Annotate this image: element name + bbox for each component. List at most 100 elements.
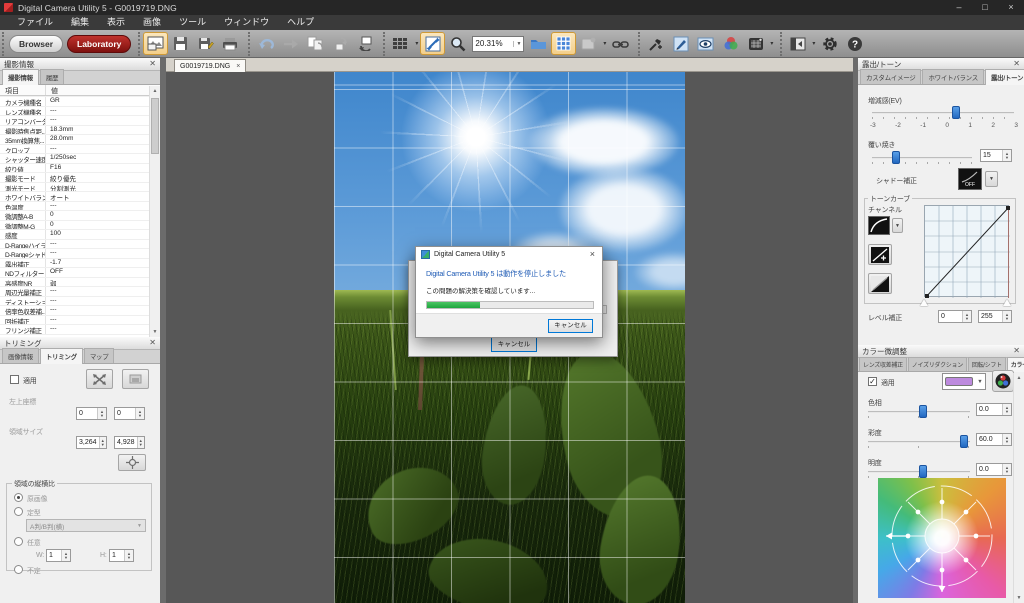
trimming-close-icon[interactable]: ✕ — [149, 337, 156, 349]
fit-view-icon[interactable] — [420, 32, 446, 55]
scroll-up-icon[interactable]: ▲ — [1014, 373, 1024, 383]
topleft-x-spinner[interactable]: 0 ▲ ▼ — [76, 407, 107, 420]
scroll-down-icon[interactable]: ▼ — [150, 327, 160, 337]
color-panel-scrollbar[interactable]: ▲ ▼ — [1013, 373, 1024, 603]
table-row[interactable]: 測光モード 分割測光 — [0, 182, 149, 192]
tab-map[interactable]: マップ — [83, 348, 115, 363]
panel-toggle-dropdown-icon[interactable]: ▾ — [810, 40, 817, 47]
h-spinner[interactable]: 1 ▲ ▼ — [109, 549, 134, 562]
center-crop-button[interactable] — [118, 454, 146, 471]
channel-button[interactable] — [868, 216, 890, 235]
redo-icon[interactable] — [278, 32, 303, 55]
table-row[interactable]: フリンジ補正 --- — [0, 325, 149, 335]
save-icon[interactable] — [168, 32, 193, 55]
background-cancel-button[interactable]: キャンセル — [491, 337, 537, 352]
ev-slider[interactable] — [872, 106, 1014, 120]
browser-button[interactable]: Browser — [9, 34, 64, 53]
tab-noise-reduction[interactable]: ノイズリダクション — [907, 357, 967, 371]
color-adjust-close-icon[interactable]: ✕ — [1013, 345, 1020, 357]
table-row[interactable]: レンズ機種名 --- — [0, 106, 149, 116]
curve-edit-button[interactable] — [868, 244, 892, 265]
table-row[interactable]: 絞り値 F16 — [0, 163, 149, 173]
preset-select[interactable]: A判/B判(横) ▼ — [26, 519, 146, 532]
saturation-slider-thumb[interactable] — [959, 435, 968, 448]
rotate-icon[interactable] — [353, 32, 378, 55]
dodge-slider-thumb[interactable] — [892, 151, 900, 164]
table-row[interactable]: D-Rangeシャド...--- — [0, 249, 149, 259]
radio-custom[interactable] — [14, 537, 23, 546]
table-row[interactable]: 周辺光量補正 --- — [0, 287, 149, 297]
panel-toggle-icon[interactable] — [785, 32, 810, 55]
lightness-spinner[interactable]: 0.0 ▲ ▼ — [976, 463, 1012, 476]
table-row[interactable]: 微調整A-B 0 — [0, 211, 149, 221]
dialog-close-icon[interactable]: × — [590, 249, 597, 259]
eye-preview-icon[interactable] — [693, 32, 718, 55]
tab-trimming[interactable]: トリミング — [39, 348, 83, 364]
shooting-info-scrollbar[interactable]: ▲ ▼ — [149, 86, 160, 337]
ev-slider-thumb[interactable] — [951, 106, 960, 119]
tab-lens-aberration[interactable]: レンズ収差補正 — [859, 357, 907, 371]
laboratory-button[interactable]: Laboratory — [67, 34, 132, 53]
maximize-icon[interactable]: □ — [972, 0, 998, 15]
dodge-spinner[interactable]: 15 ▲ ▼ — [980, 149, 1012, 162]
table-row[interactable]: ホワイトバランスオート — [0, 192, 149, 202]
topleft-y-spinner[interactable]: 0 ▲ ▼ — [114, 407, 145, 420]
pen-edit-icon[interactable] — [668, 32, 693, 55]
trimming-apply-checkbox[interactable] — [10, 375, 19, 384]
table-row[interactable]: シャッター速度 1/250sec — [0, 154, 149, 164]
saturation-spinner[interactable]: 60.0 ▲ ▼ — [976, 433, 1012, 446]
tab-image-info[interactable]: 画像情報 — [2, 348, 39, 363]
camera-settings-icon[interactable] — [743, 32, 768, 55]
curve-black-point-handle[interactable] — [920, 299, 928, 306]
table-row[interactable]: 35mm換算焦... 28.0mm — [0, 135, 149, 145]
image-view-icon[interactable] — [143, 32, 169, 55]
tab-history[interactable]: 履歴 — [39, 69, 65, 84]
thumbnail-grid-icon[interactable] — [388, 32, 413, 55]
hue-slider-thumb[interactable] — [919, 405, 927, 418]
hue-spinner[interactable]: 0.0 ▲ ▼ — [976, 403, 1012, 416]
menu-item[interactable]: 編集 — [62, 15, 98, 30]
table-row[interactable]: カメラ機種名 GR — [0, 97, 149, 107]
document-tab[interactable]: G0019719.DNG × — [174, 59, 247, 72]
color-wheel-picker-button[interactable] — [992, 370, 1014, 392]
camera-settings-dropdown-icon[interactable]: ▾ — [768, 40, 775, 47]
color-swatch-select[interactable]: ▼ — [942, 373, 986, 390]
gear-icon[interactable] — [817, 32, 842, 55]
table-row[interactable]: 高感度NR 弱 — [0, 277, 149, 287]
curve-invert-button[interactable] — [868, 273, 892, 294]
save-as-icon[interactable] — [193, 32, 218, 55]
table-row[interactable]: 撮影時焦点距... 18.3mm — [0, 125, 149, 135]
lightness-slider-thumb[interactable] — [919, 465, 927, 478]
link-icon[interactable] — [608, 32, 633, 55]
tab-exposure-tone[interactable]: 露出/トーン — [984, 69, 1024, 85]
shooting-info-close-icon[interactable]: ✕ — [149, 58, 156, 70]
channel-dropdown-icon[interactable]: ▼ — [892, 218, 903, 233]
table-row[interactable]: 倍率色収差補... --- — [0, 306, 149, 316]
radio-free[interactable] — [14, 565, 23, 574]
menu-item[interactable]: ウィンドウ — [215, 15, 278, 30]
table-row[interactable]: リアコンバーター--- — [0, 116, 149, 126]
w-spinner[interactable]: 1 ▲ ▼ — [46, 549, 71, 562]
grid-view-icon[interactable] — [551, 32, 577, 55]
radio-original[interactable] — [14, 493, 23, 502]
saturation-slider[interactable] — [868, 435, 970, 449]
table-row[interactable]: ディストーション...--- — [0, 296, 149, 306]
menu-item[interactable]: 画像 — [134, 15, 170, 30]
scroll-up-icon[interactable]: ▲ — [150, 86, 160, 96]
size-height-spinner[interactable]: 4,928 ▲ ▼ — [114, 436, 145, 449]
dodge-slider[interactable] — [872, 151, 972, 165]
tab-white-balance[interactable]: ホワイトバランス — [922, 69, 984, 84]
thumbnail-grid-dropdown-icon[interactable]: ▾ — [413, 40, 420, 47]
help-icon[interactable]: ? — [842, 32, 867, 55]
curve-white-point-handle[interactable] — [1003, 299, 1011, 306]
tab-custom-image[interactable]: カスタムイメージ — [860, 69, 922, 84]
size-width-spinner[interactable]: 3,264 ▲ ▼ — [76, 436, 107, 449]
menu-item[interactable]: ツール — [170, 15, 215, 30]
close-icon[interactable]: × — [998, 0, 1024, 15]
document-tab-close-icon[interactable]: × — [236, 63, 240, 70]
dialog-cancel-button[interactable]: キャンセル — [548, 319, 593, 333]
table-row[interactable]: 感度 100 — [0, 230, 149, 240]
table-row[interactable]: クロップ --- — [0, 144, 149, 154]
minimize-icon[interactable]: – — [946, 0, 972, 15]
folder-icon[interactable] — [526, 32, 551, 55]
